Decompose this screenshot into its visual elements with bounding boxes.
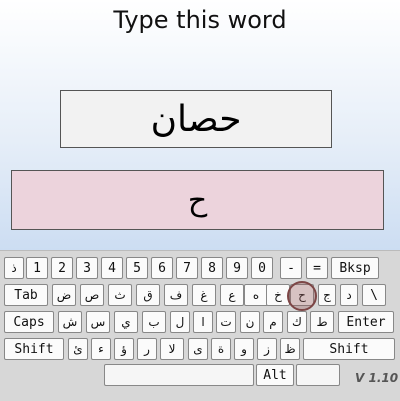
left-shift-key[interactable]: Shift <box>4 338 64 360</box>
key-8[interactable]: 8 <box>201 257 223 279</box>
key-kha[interactable]: خ <box>266 284 290 306</box>
key-3[interactable]: 3 <box>76 257 98 279</box>
key-waw-hamza[interactable]: ؤ <box>114 338 134 360</box>
right-shift-key[interactable]: Shift <box>303 338 395 360</box>
key-4[interactable]: 4 <box>101 257 123 279</box>
key-dal[interactable]: د <box>340 284 358 306</box>
key-nun[interactable]: ن <box>240 311 260 333</box>
key-jim[interactable]: ج <box>318 284 336 306</box>
key-qaf[interactable]: ق <box>136 284 160 306</box>
key-minus[interactable]: - <box>280 257 302 279</box>
tab-key[interactable]: Tab <box>4 284 48 306</box>
key-alif[interactable]: ا <box>193 311 213 333</box>
key-shin[interactable]: ش <box>58 311 82 333</box>
enter-key[interactable]: Enter <box>338 311 394 333</box>
key-ba[interactable]: ب <box>142 311 166 333</box>
key-waw[interactable]: و <box>234 338 254 360</box>
key-dad[interactable]: ض <box>52 284 76 306</box>
key-ha[interactable]: ه <box>244 284 268 306</box>
key-alif-maqsura[interactable]: ى <box>188 338 208 360</box>
key-ghayn[interactable]: غ <box>192 284 216 306</box>
key-sad[interactable]: ص <box>80 284 104 306</box>
key-ra[interactable]: ر <box>137 338 157 360</box>
key-hah[interactable]: ح <box>290 284 314 306</box>
key-hamza[interactable]: ء <box>91 338 111 360</box>
on-screen-keyboard: ذ 1 2 3 4 5 6 7 8 9 0 - = Bksp Tab ض ص ث… <box>0 250 400 401</box>
key-ta-marbuta[interactable]: ة <box>211 338 231 360</box>
key-5[interactable]: 5 <box>126 257 148 279</box>
key-ya[interactable]: ي <box>114 311 138 333</box>
key-kaf[interactable]: ك <box>287 311 307 333</box>
key-thal[interactable]: ذ <box>4 257 24 279</box>
key-mim[interactable]: م <box>263 311 283 333</box>
space-key-left[interactable] <box>104 364 254 386</box>
space-key-right[interactable] <box>296 364 340 386</box>
key-fa[interactable]: ف <box>164 284 188 306</box>
backspace-key[interactable]: Bksp <box>331 257 379 279</box>
key-tha[interactable]: ث <box>108 284 132 306</box>
key-2[interactable]: 2 <box>51 257 73 279</box>
key-zah[interactable]: ظ <box>280 338 300 360</box>
version-label: V 1.10 <box>355 371 399 385</box>
key-1[interactable]: 1 <box>26 257 48 279</box>
prompt-text: Type this word <box>113 6 287 34</box>
key-0[interactable]: 0 <box>251 257 273 279</box>
key-lam[interactable]: ل <box>170 311 190 333</box>
key-zay[interactable]: ز <box>257 338 277 360</box>
key-backslash[interactable]: \ <box>362 284 386 306</box>
key-sin[interactable]: س <box>86 311 110 333</box>
key-tah[interactable]: ط <box>310 311 334 333</box>
key-ta[interactable]: ت <box>216 311 236 333</box>
key-yeh-hamza[interactable]: ئ <box>68 338 88 360</box>
key-lam-alif[interactable]: لا <box>160 338 184 360</box>
target-word: حصان <box>60 90 332 148</box>
typed-text-field[interactable]: ح <box>11 170 384 230</box>
caps-lock-key[interactable]: Caps <box>4 311 54 333</box>
alt-key[interactable]: Alt <box>256 364 294 386</box>
key-equals[interactable]: = <box>306 257 328 279</box>
key-9[interactable]: 9 <box>226 257 248 279</box>
key-6[interactable]: 6 <box>151 257 173 279</box>
key-ayn[interactable]: ع <box>220 284 244 306</box>
key-7[interactable]: 7 <box>176 257 198 279</box>
